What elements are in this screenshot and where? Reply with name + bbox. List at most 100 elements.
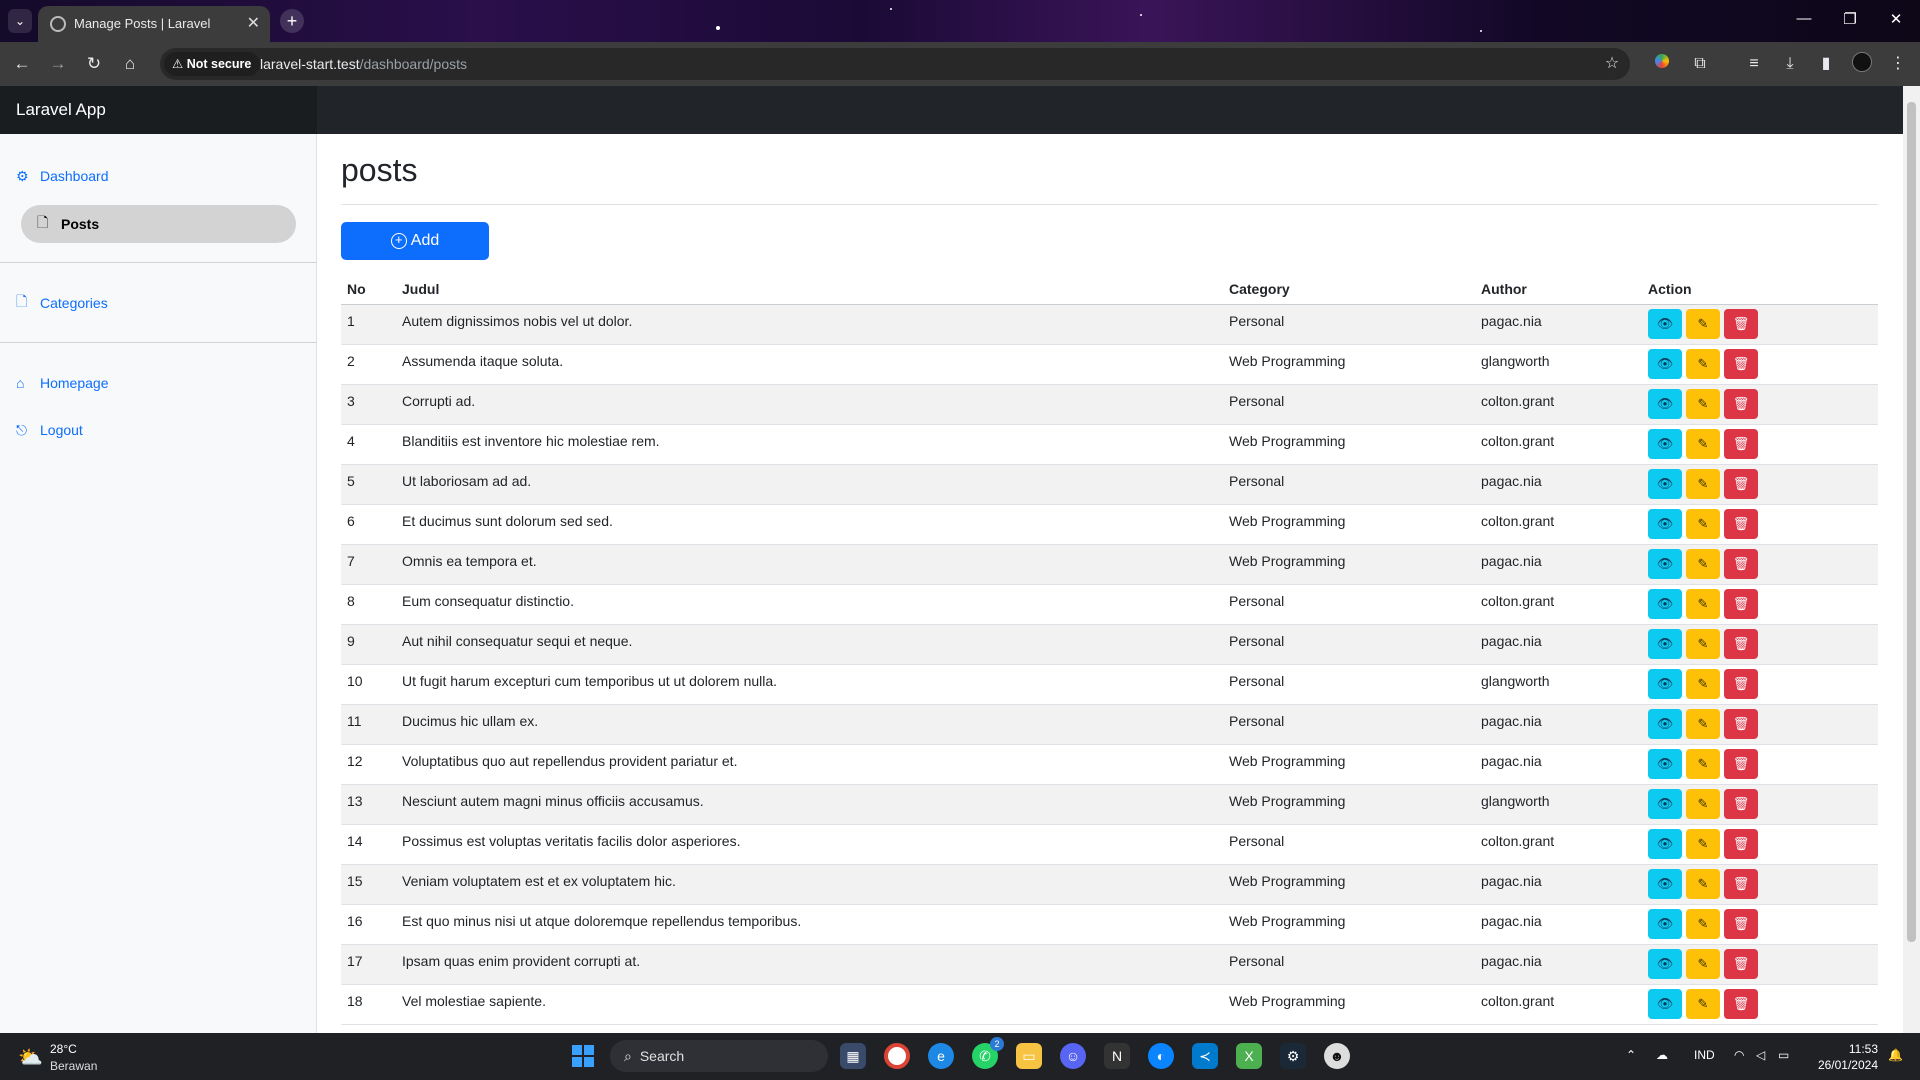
- weather-temperature[interactable]: 28°C: [50, 1042, 77, 1056]
- page-scrollbar[interactable]: [1903, 86, 1920, 1033]
- edit-button[interactable]: ✎: [1686, 308, 1720, 339]
- app-brand[interactable]: Laravel App: [0, 86, 317, 134]
- xampp-app-icon[interactable]: X: [1236, 1043, 1262, 1069]
- bookmark-star-icon[interactable]: ☆: [1600, 52, 1624, 76]
- view-button[interactable]: 👁: [1648, 428, 1682, 459]
- restore-icon[interactable]: ❐: [1827, 10, 1873, 28]
- browser-menu-icon[interactable]: ⋮: [1886, 52, 1910, 76]
- edit-button[interactable]: ✎: [1686, 788, 1720, 819]
- edit-button[interactable]: ✎: [1686, 508, 1720, 539]
- cloud-sun-icon[interactable]: ⛅: [18, 1045, 43, 1070]
- delete-button[interactable]: 🗑: [1724, 388, 1758, 419]
- browser-tab-active[interactable]: Manage Posts | Laravel ✕: [38, 6, 270, 42]
- delete-button[interactable]: 🗑: [1724, 588, 1758, 619]
- view-button[interactable]: 👁: [1648, 388, 1682, 419]
- delete-button[interactable]: 🗑: [1724, 468, 1758, 499]
- view-button[interactable]: 👁: [1648, 908, 1682, 939]
- edit-button[interactable]: ✎: [1686, 548, 1720, 579]
- delete-button[interactable]: 🗑: [1724, 548, 1758, 579]
- taskbar-search[interactable]: ⌕ Search: [610, 1040, 828, 1072]
- edit-button[interactable]: ✎: [1686, 468, 1720, 499]
- address-bar[interactable]: ⚠ Not secure laravel-start.test/dashboar…: [160, 48, 1630, 80]
- browser-app-icon[interactable]: ◐: [1148, 1043, 1174, 1069]
- tray-overflow-icon[interactable]: ⌃: [1626, 1048, 1636, 1062]
- discord-app-icon[interactable]: ☺: [1060, 1043, 1086, 1069]
- view-button[interactable]: 👁: [1648, 988, 1682, 1019]
- view-button[interactable]: 👁: [1648, 748, 1682, 779]
- edit-button[interactable]: ✎: [1686, 588, 1720, 619]
- edge-app-icon[interactable]: e: [928, 1043, 954, 1069]
- view-button[interactable]: 👁: [1648, 588, 1682, 619]
- close-icon[interactable]: ✕: [247, 13, 260, 33]
- extension-colorful-icon[interactable]: [1650, 52, 1674, 76]
- url-text[interactable]: laravel-start.test/dashboard/posts: [260, 56, 467, 72]
- forward-arrow-icon[interactable]: →: [46, 52, 70, 76]
- side-panel-icon[interactable]: ▮: [1814, 52, 1838, 76]
- view-button[interactable]: 👁: [1648, 788, 1682, 819]
- edit-button[interactable]: ✎: [1686, 748, 1720, 779]
- delete-button[interactable]: 🗑: [1724, 788, 1758, 819]
- edit-button[interactable]: ✎: [1686, 948, 1720, 979]
- taskbar-clock[interactable]: 11:53 26/01/2024: [1808, 1041, 1878, 1073]
- sidebar-item-homepage[interactable]: ⌂ Homepage: [16, 367, 109, 399]
- notion-app-icon[interactable]: N: [1104, 1043, 1130, 1069]
- delete-button[interactable]: 🗑: [1724, 908, 1758, 939]
- vscode-app-icon[interactable]: ≺: [1192, 1043, 1218, 1069]
- extensions-puzzle-icon[interactable]: ⧉: [1688, 52, 1712, 76]
- edit-button[interactable]: ✎: [1686, 908, 1720, 939]
- reload-icon[interactable]: ↻: [82, 52, 106, 76]
- view-button[interactable]: 👁: [1648, 668, 1682, 699]
- volume-icon[interactable]: ◁: [1756, 1048, 1765, 1062]
- onedrive-cloud-icon[interactable]: ☁: [1656, 1048, 1668, 1062]
- minimize-icon[interactable]: —: [1781, 10, 1827, 27]
- edit-button[interactable]: ✎: [1686, 428, 1720, 459]
- new-tab-button[interactable]: +: [280, 9, 304, 33]
- sidebar-item-logout[interactable]: ⎋ Logout: [16, 414, 83, 446]
- delete-button[interactable]: 🗑: [1724, 828, 1758, 859]
- view-button[interactable]: 👁: [1648, 828, 1682, 859]
- delete-button[interactable]: 🗑: [1724, 428, 1758, 459]
- sidebar-item-dashboard[interactable]: ⚙ Dashboard: [16, 160, 109, 192]
- delete-button[interactable]: 🗑: [1724, 988, 1758, 1019]
- tab-search-button[interactable]: ⌄: [8, 9, 32, 33]
- delete-button[interactable]: 🗑: [1724, 948, 1758, 979]
- file-explorer-app-icon[interactable]: ▭: [1016, 1043, 1042, 1069]
- view-button[interactable]: 👁: [1648, 548, 1682, 579]
- view-button[interactable]: 👁: [1648, 708, 1682, 739]
- whatsapp-app-icon[interactable]: ✆ 2: [972, 1037, 1004, 1069]
- edit-button[interactable]: ✎: [1686, 628, 1720, 659]
- windows-start-icon[interactable]: [572, 1045, 594, 1067]
- steam-app-icon[interactable]: ⚙: [1280, 1043, 1306, 1069]
- sidebar-item-posts[interactable]: 🗋 Posts: [21, 205, 296, 243]
- edit-button[interactable]: ✎: [1686, 988, 1720, 1019]
- profile-avatar[interactable]: [1850, 52, 1874, 76]
- home-icon[interactable]: ⌂: [118, 52, 142, 76]
- edit-button[interactable]: ✎: [1686, 348, 1720, 379]
- delete-button[interactable]: 🗑: [1724, 508, 1758, 539]
- view-button[interactable]: 👁: [1648, 628, 1682, 659]
- delete-button[interactable]: 🗑: [1724, 308, 1758, 339]
- add-post-button[interactable]: + Add: [341, 222, 489, 260]
- security-chip[interactable]: ⚠ Not secure: [164, 52, 261, 76]
- media-queue-icon[interactable]: ≡: [1742, 52, 1766, 76]
- weather-description[interactable]: Berawan: [50, 1059, 97, 1073]
- back-arrow-icon[interactable]: ←: [10, 52, 34, 76]
- download-icon[interactable]: ⤓: [1778, 52, 1802, 76]
- view-button[interactable]: 👁: [1648, 868, 1682, 899]
- view-button[interactable]: 👁: [1648, 308, 1682, 339]
- window-close-icon[interactable]: ✕: [1873, 10, 1919, 28]
- delete-button[interactable]: 🗑: [1724, 708, 1758, 739]
- delete-button[interactable]: 🗑: [1724, 348, 1758, 379]
- scrollbar-thumb[interactable]: [1907, 102, 1916, 942]
- edit-button[interactable]: ✎: [1686, 668, 1720, 699]
- view-button[interactable]: 👁: [1648, 348, 1682, 379]
- edit-button[interactable]: ✎: [1686, 868, 1720, 899]
- chrome-app-icon[interactable]: [884, 1043, 910, 1069]
- delete-button[interactable]: 🗑: [1724, 668, 1758, 699]
- delete-button[interactable]: 🗑: [1724, 628, 1758, 659]
- widgets-app-icon[interactable]: ▦: [840, 1043, 866, 1069]
- sidebar-item-categories[interactable]: 🗋 Categories: [16, 287, 108, 319]
- wifi-icon[interactable]: ◠: [1734, 1048, 1744, 1062]
- edit-button[interactable]: ✎: [1686, 828, 1720, 859]
- edit-button[interactable]: ✎: [1686, 388, 1720, 419]
